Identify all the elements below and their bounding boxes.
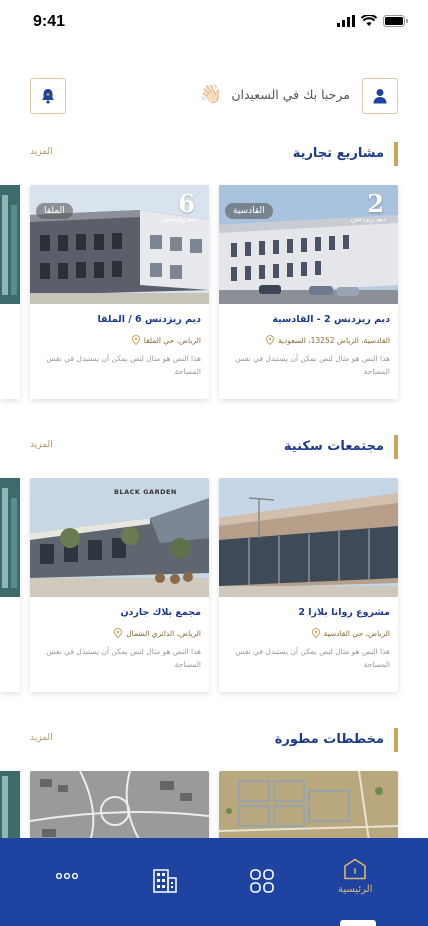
- card-peek[interactable]: [0, 185, 20, 399]
- brand-name: ديم ريزدنس: [350, 215, 386, 223]
- project-location: الرياض، الدائري الشمال: [114, 628, 201, 638]
- project-image: BLACK GARDEN: [30, 478, 209, 597]
- project-title: ديم ريزدنس 2 - القادسية: [272, 314, 390, 325]
- project-description: هذا النص هو مثال لنص يمكن أن يستبدل في ن…: [46, 354, 201, 376]
- notifications-button[interactable]: [30, 78, 66, 114]
- plan-card[interactable]: [219, 771, 398, 841]
- grid-icon: [250, 869, 274, 893]
- more-link[interactable]: المزيد: [30, 733, 53, 743]
- bell-icon: [42, 89, 54, 104]
- section-accent-bar: [394, 435, 398, 459]
- section-accent-bar: [394, 142, 398, 166]
- project-card[interactable]: 6 ديم ريزدنس الملقا ديم ريزدنس 6 / الملق…: [30, 185, 209, 399]
- more-dots-icon: [56, 872, 78, 880]
- location-text: الرياض، حي الملقا: [143, 335, 201, 345]
- brand-number: 2: [367, 189, 384, 218]
- location-text: القادسية، الرياض 13252، السعودية: [277, 335, 390, 345]
- wave-emoji: 👋🏻: [199, 84, 222, 105]
- status-icons: [337, 15, 408, 27]
- project-location: القادسية، الرياض 13252، السعودية: [265, 335, 390, 345]
- project-description: هذا النص هو مثال لنص يمكن أن يستبدل في ن…: [235, 647, 390, 669]
- project-description: هذا النص هو مثال لنص يمكن أن يستبدل في ن…: [235, 354, 390, 376]
- more-link[interactable]: المزيد: [30, 440, 53, 450]
- location-text: الرياض، الدائري الشمال: [126, 628, 201, 638]
- nav-home[interactable]: الرئيسية: [338, 858, 372, 895]
- location-tag: الملقا: [36, 203, 73, 219]
- building-icon: [153, 869, 177, 893]
- location-pin-icon: [311, 628, 320, 638]
- project-title: ديم ريزدنس 6 / الملقا: [97, 314, 201, 325]
- active-tab-indicator: [340, 920, 376, 926]
- nav-projects[interactable]: [152, 868, 178, 894]
- plan-map-image: [30, 771, 209, 841]
- project-location: الرياض، حي الملقا: [131, 335, 201, 345]
- plan-card[interactable]: [30, 771, 209, 841]
- brand-name: BLACK GARDEN: [114, 488, 177, 496]
- card-peek[interactable]: [0, 771, 20, 841]
- location-tag: القادسية: [225, 203, 273, 219]
- location-pin-icon: [114, 628, 123, 638]
- bottom-navigation: الرئيسية: [0, 838, 428, 926]
- status-time: 9:41: [33, 13, 66, 30]
- wifi-icon: [361, 15, 377, 26]
- header: 👋🏻 مرحبا بك في السعيدان: [30, 78, 398, 114]
- project-image: [219, 478, 398, 597]
- section-title: مخططات مطورة: [274, 732, 384, 747]
- nav-more[interactable]: [56, 872, 78, 880]
- section-accent-bar: [394, 728, 398, 752]
- signal-icon: [337, 15, 355, 27]
- location-pin-icon: [265, 335, 274, 345]
- brand-number: 6: [178, 189, 195, 218]
- project-card[interactable]: مشروع روانا بلازا 2 الرياض، حي القادسية …: [219, 478, 398, 692]
- location-text: الرياض، حي القادسية: [323, 628, 390, 638]
- nav-categories[interactable]: [250, 869, 274, 893]
- project-location: الرياض، حي القادسية: [311, 628, 390, 638]
- project-image: 2 ديم ريزدنس القادسية: [219, 185, 398, 304]
- project-card[interactable]: BLACK GARDEN مجمع بلاك جاردن الرياض، الد…: [30, 478, 209, 692]
- section-header: مخططات مطورة المزيد: [30, 728, 398, 754]
- brand-name: ديم ريزدنس: [161, 215, 197, 223]
- section-header: مشاريع تجارية المزيد: [30, 142, 398, 168]
- plan-map-image: [219, 771, 398, 841]
- nav-home-label: الرئيسية: [338, 884, 373, 895]
- section-title: مشاريع تجارية: [292, 146, 384, 161]
- project-title: مجمع بلاك جاردن: [120, 607, 201, 618]
- home-icon: [344, 858, 367, 880]
- project-title: مشروع روانا بلازا 2: [298, 607, 390, 618]
- location-pin-icon: [131, 335, 140, 345]
- profile-button[interactable]: [362, 78, 398, 114]
- status-bar: 9:41: [0, 0, 428, 44]
- project-image: 6 ديم ريزدنس الملقا: [30, 185, 209, 304]
- card-peek[interactable]: [0, 478, 20, 692]
- section-title: مجتمعات سكنية: [283, 439, 384, 454]
- section-header: مجتمعات سكنية المزيد: [30, 435, 398, 461]
- user-icon: [373, 89, 387, 104]
- greeting-text: مرحبا بك في السعيدان: [231, 87, 350, 102]
- project-card[interactable]: 2 ديم ريزدنس القادسية ديم ريزدنس 2 - الق…: [219, 185, 398, 399]
- more-link[interactable]: المزيد: [30, 147, 53, 157]
- battery-icon: [383, 15, 408, 27]
- project-description: هذا النص هو مثال لنص يمكن أن يستبدل في ن…: [46, 647, 201, 669]
